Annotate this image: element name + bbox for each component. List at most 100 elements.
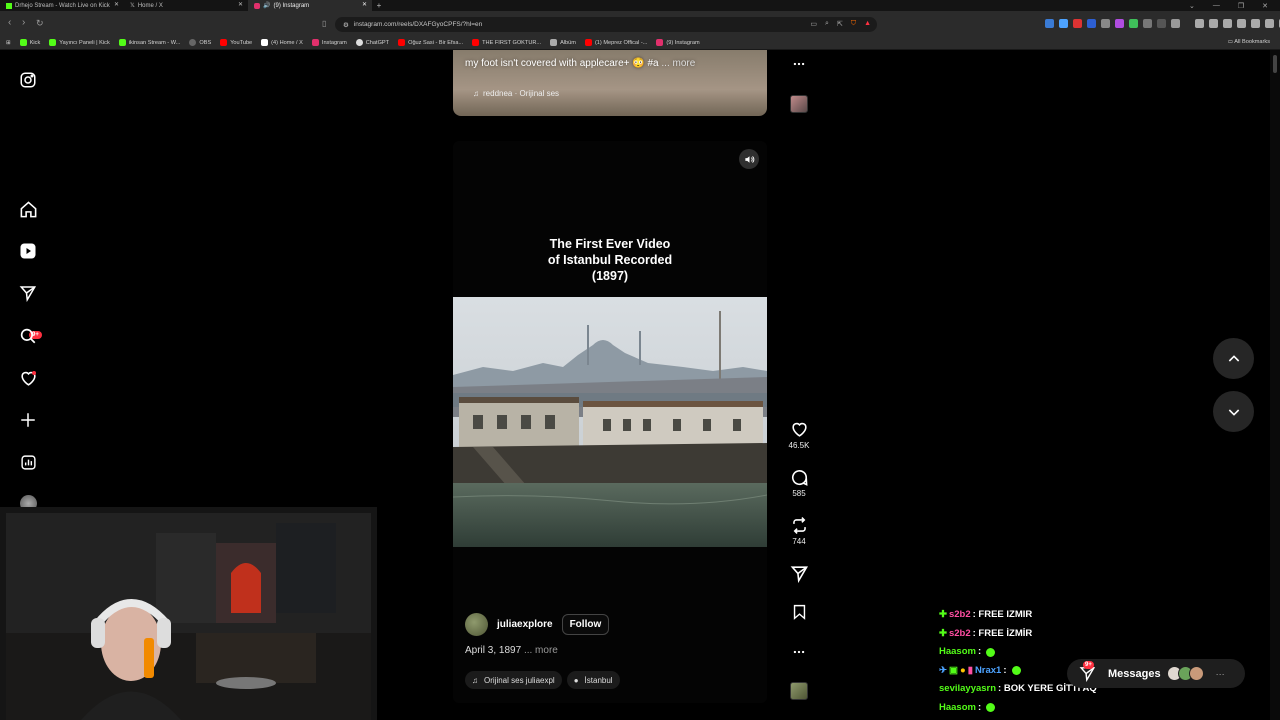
location-chip[interactable]: ● İstanbul	[566, 671, 620, 689]
chat-username[interactable]: Haasom	[939, 699, 976, 718]
bookmark-item[interactable]: OBS	[189, 39, 211, 46]
close-tab-icon[interactable]: ✕	[114, 1, 119, 8]
sidebar-toggle-icon[interactable]	[1209, 19, 1218, 28]
tab-search-icon[interactable]: ⌄	[1189, 2, 1195, 10]
page-scrollbar[interactable]	[1270, 50, 1280, 720]
bookmark-page-icon[interactable]: ▯	[322, 19, 326, 28]
home-icon[interactable]	[18, 199, 38, 219]
share-icon[interactable]	[790, 564, 809, 583]
brave-shield-icon[interactable]: ⛉	[851, 20, 856, 28]
author-username[interactable]: juliaexplore	[497, 619, 553, 630]
repost-action[interactable]: 744	[785, 516, 813, 546]
scrollbar-thumb[interactable]	[1273, 55, 1277, 73]
heart-icon[interactable]	[790, 420, 809, 439]
back-icon[interactable]: ‹	[8, 17, 11, 28]
bookmark-icon[interactable]	[791, 603, 808, 621]
wallet-icon[interactable]	[1251, 19, 1260, 28]
extensions-puzzle-icon[interactable]	[1143, 19, 1152, 28]
bookmark-item[interactable]: Kick	[19, 39, 40, 46]
bookmark-item[interactable]: (4) Home / X	[261, 39, 303, 46]
reels-icon[interactable]	[18, 241, 38, 261]
leo-icon[interactable]	[1265, 19, 1274, 28]
extension-icon[interactable]	[1223, 19, 1232, 28]
extension-icon[interactable]	[1171, 19, 1180, 28]
author-avatar[interactable]	[465, 613, 488, 636]
extension-icon[interactable]	[1157, 19, 1166, 28]
extension-icon[interactable]	[1045, 19, 1054, 28]
chat-username[interactable]: Haasom	[939, 643, 976, 662]
more-link[interactable]: ... more	[661, 58, 695, 69]
reel-audio-thumbnail[interactable]	[785, 682, 813, 700]
previous-reel-audio-thumbnail[interactable]	[785, 95, 813, 113]
save-action[interactable]	[785, 603, 813, 621]
chat-username[interactable]: sevilayyasrn	[939, 680, 996, 699]
extension-icon[interactable]	[1115, 19, 1124, 28]
all-bookmarks[interactable]: ▭ All Bookmarks	[1228, 39, 1270, 45]
chat-username[interactable]: s2b2	[949, 606, 971, 625]
bookmark-item[interactable]: THE FIRST GOKTUR...	[472, 39, 541, 46]
forward-icon[interactable]: ›	[22, 17, 25, 28]
instagram-logo-icon[interactable]	[18, 70, 38, 90]
apps-grid-icon[interactable]: ⊞	[6, 40, 11, 46]
tab-instagram[interactable]: 🔊 (9) Instagram ✕	[248, 0, 372, 11]
bookmark-item[interactable]: (1) Meprez Offical -...	[584, 39, 647, 46]
bookmark-item[interactable]: (9) Instagram	[656, 39, 700, 46]
direct-messages-icon[interactable]	[18, 283, 38, 303]
new-tab-button[interactable]: +	[372, 0, 386, 11]
extension-icon[interactable]	[1237, 19, 1246, 28]
chat-username[interactable]: Nrax1	[975, 662, 1001, 681]
bookmark-item[interactable]: ChatGPT	[355, 39, 389, 46]
extension-icon[interactable]	[1101, 19, 1110, 28]
bookmark-item[interactable]: Oğuz Sasi - Bir Efsa...	[398, 39, 463, 46]
comment-icon[interactable]	[790, 468, 809, 487]
notifications-heart-icon[interactable]	[18, 368, 38, 388]
previous-reel[interactable]: my foot isn't covered with applecare+ 😳 …	[453, 50, 767, 116]
bookmark-item[interactable]: ikinsan Stream - W...	[118, 39, 180, 46]
minimize-icon[interactable]: —	[1213, 2, 1220, 9]
maximize-icon[interactable]: ❐	[1238, 2, 1244, 10]
create-plus-icon[interactable]	[18, 410, 38, 430]
follow-button[interactable]: Follow	[561, 614, 610, 635]
site-info-icon[interactable]: ⚙	[343, 21, 349, 29]
extension-icon[interactable]	[1073, 19, 1082, 28]
previous-reel-more-options-icon[interactable]	[785, 57, 813, 71]
dashboard-icon[interactable]	[18, 452, 38, 472]
address-bar[interactable]: ⚙ instagram.com/reels/DXAFGyoCPFS/?hl=en…	[335, 17, 877, 32]
previous-reel-audio[interactable]: ♫ reddnea · Orijinal ses	[473, 89, 559, 98]
share-icon[interactable]: ⇱	[837, 20, 843, 28]
close-tab-icon[interactable]: ✕	[362, 1, 367, 8]
more-link[interactable]: ... more	[524, 645, 558, 656]
comment-action[interactable]: 585	[785, 468, 813, 498]
reel-caption[interactable]: April 3, 1897 ... more	[465, 645, 558, 656]
extension-icon[interactable]	[1059, 19, 1068, 28]
install-icon[interactable]: ▭	[810, 20, 817, 28]
reel-video[interactable]: The First Ever Video of Istanbul Recorde…	[453, 141, 767, 703]
tab-kick[interactable]: Drhejo Stream - Watch Live on Kick ✕	[0, 0, 124, 11]
messages-button[interactable]: 9+ Messages ···	[1067, 659, 1245, 688]
repost-icon[interactable]	[790, 516, 809, 535]
more-options-icon[interactable]	[785, 645, 813, 659]
share-action[interactable]	[785, 564, 813, 583]
close-tab-icon[interactable]: ✕	[238, 1, 243, 8]
search-icon[interactable]	[18, 326, 38, 346]
extension-icon[interactable]	[1129, 19, 1138, 28]
like-action[interactable]: 46.5K	[785, 420, 813, 450]
bookmark-item[interactable]: YouTube	[220, 39, 252, 46]
volume-icon[interactable]	[739, 149, 759, 169]
chat-message: ✚ s2b2 : FREE İZMİR	[939, 625, 1097, 644]
previous-reel-button[interactable]	[1213, 338, 1254, 379]
next-reel-button[interactable]	[1213, 391, 1254, 432]
bookmark-item[interactable]: Instagram	[311, 39, 347, 46]
media-icon[interactable]	[1195, 19, 1204, 28]
close-window-icon[interactable]: ✕	[1262, 2, 1268, 10]
chat-username[interactable]: s2b2	[949, 625, 971, 644]
tab-x[interactable]: 𝕏 Home / X ✕	[124, 0, 248, 11]
audio-chip[interactable]: ♫ Orijinal ses juliaexpl	[465, 671, 562, 689]
extension-icon[interactable]	[1087, 19, 1096, 28]
bookmark-item[interactable]: Yayıncı Paneli | Kick	[49, 39, 110, 46]
reload-icon[interactable]: ↻	[36, 18, 44, 29]
previous-reel-caption[interactable]: my foot isn't covered with applecare+ 😳 …	[465, 58, 695, 69]
rewards-icon[interactable]: ▲	[864, 20, 871, 28]
bookmark-item[interactable]: Albüm	[550, 39, 576, 46]
zoom-icon[interactable]: ⌕	[825, 20, 829, 28]
